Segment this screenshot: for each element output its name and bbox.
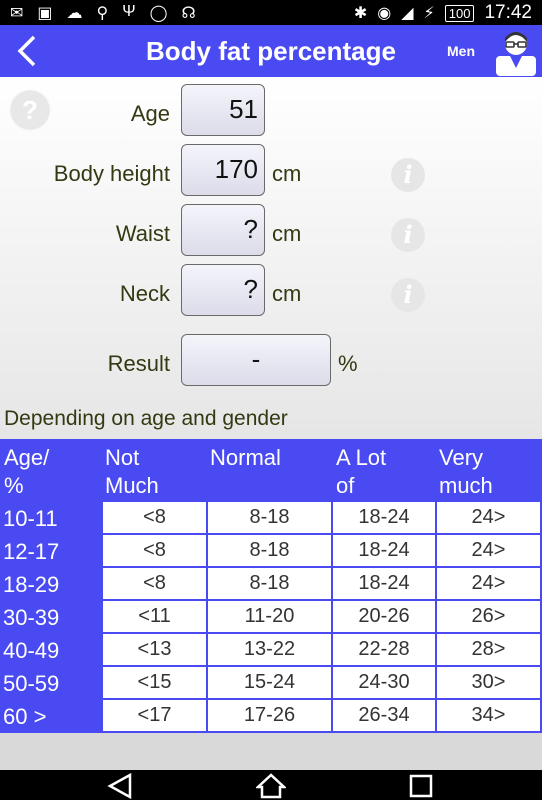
cloud-upload-icon: ☁ bbox=[66, 5, 83, 22]
table-cell: 26> bbox=[437, 601, 540, 632]
neck-info-icon[interactable]: i bbox=[391, 278, 425, 312]
status-bar: ✉ ▣ ☁ ⚲ Ψ ◯ ☊ ✱ ◉ ◢ ⚡ 100 17:42 bbox=[0, 0, 542, 25]
table-cell: 11-20 bbox=[208, 601, 331, 632]
neck-input[interactable]: ? bbox=[181, 264, 265, 316]
table-cell: <8 bbox=[103, 568, 206, 599]
header-normal: Normal bbox=[210, 445, 281, 470]
row-age-label: 10-11 bbox=[3, 506, 58, 531]
charging-icon: ⚡ bbox=[423, 5, 435, 22]
calculator-form: ? Age 51 Body height 170 cm i Waist ? cm… bbox=[0, 77, 542, 439]
nav-back-icon[interactable] bbox=[106, 773, 134, 799]
table-cell: <15 bbox=[103, 667, 206, 698]
row-age-label: 50-59 bbox=[3, 671, 60, 696]
row-age-label: 18-29 bbox=[3, 572, 60, 597]
usb-icon: Ψ bbox=[122, 3, 136, 20]
search-icon: ⚲ bbox=[96, 5, 109, 22]
headphones-icon: ☊ bbox=[181, 5, 196, 22]
table-cell: 13-22 bbox=[208, 634, 331, 665]
battery-level: 100 bbox=[444, 4, 475, 22]
row-age-label: 40-49 bbox=[3, 638, 60, 663]
table-cell: <13 bbox=[103, 634, 206, 665]
height-unit: cm bbox=[272, 161, 302, 186]
age-input[interactable]: 51 bbox=[181, 84, 265, 136]
height-info-icon[interactable]: i bbox=[391, 158, 425, 192]
gender-label[interactable]: Men bbox=[447, 43, 475, 59]
bluetooth-icon: ✱ bbox=[353, 5, 368, 22]
header-a-lot-of: A Lot of bbox=[336, 445, 387, 498]
navigation-bar bbox=[0, 770, 542, 800]
table-cell: 17-26 bbox=[208, 700, 331, 731]
bulb-icon: ◯ bbox=[149, 5, 168, 22]
table-cell: 18-24 bbox=[333, 502, 435, 533]
app-bar: Body fat percentage Men bbox=[0, 25, 542, 77]
neck-label: Neck bbox=[119, 281, 170, 306]
table-cell: 26-34 bbox=[333, 700, 435, 731]
height-label: Body height bbox=[53, 161, 170, 186]
table-cell: 30> bbox=[437, 667, 540, 698]
result-field: - bbox=[181, 334, 331, 386]
clock: 17:42 bbox=[484, 2, 532, 23]
nav-home-icon[interactable] bbox=[256, 773, 286, 799]
body-fat-table: Age/% Not Much Normal A Lot of Very much 10… bbox=[0, 439, 542, 733]
table-cell: 18-24 bbox=[333, 568, 435, 599]
waist-label: Waist bbox=[115, 221, 170, 246]
table-cell: 18-24 bbox=[333, 535, 435, 566]
row-age-label: 60 > bbox=[3, 704, 47, 729]
row-age-label: 30-39 bbox=[3, 605, 60, 630]
table-cell: 24> bbox=[437, 502, 540, 533]
table-cell: 34> bbox=[437, 700, 540, 731]
row-age-label: 12-17 bbox=[3, 539, 60, 564]
man-avatar-icon[interactable] bbox=[494, 28, 538, 76]
table-cell: 28> bbox=[437, 634, 540, 665]
table-cell: 15-24 bbox=[208, 667, 331, 698]
result-label: Result bbox=[107, 351, 170, 376]
table-cell: 8-18 bbox=[208, 502, 331, 533]
bottom-spacer bbox=[0, 733, 542, 770]
table-cell: 24> bbox=[437, 535, 540, 566]
waist-unit: cm bbox=[272, 221, 302, 246]
table-cell: <8 bbox=[103, 535, 206, 566]
table-cell: 20-26 bbox=[333, 601, 435, 632]
table-cell: 24> bbox=[437, 568, 540, 599]
waist-info-icon[interactable]: i bbox=[391, 218, 425, 252]
image-icon: ▣ bbox=[37, 5, 53, 22]
table-caption: Depending on age and gender bbox=[4, 407, 288, 430]
table-cell: 8-18 bbox=[208, 535, 331, 566]
table-cell: 22-28 bbox=[333, 634, 435, 665]
age-label: Age bbox=[130, 101, 170, 126]
table-cell: 24-30 bbox=[333, 667, 435, 698]
header-very-much: Very much bbox=[439, 445, 493, 498]
table-cell: <8 bbox=[103, 502, 206, 533]
help-icon[interactable]: ? bbox=[11, 91, 49, 129]
header-not-much: Not Much bbox=[105, 445, 159, 498]
height-input[interactable]: 170 bbox=[181, 144, 265, 196]
wifi-icon: ◉ bbox=[377, 5, 392, 22]
nav-recents-icon[interactable] bbox=[408, 773, 434, 799]
waist-input[interactable]: ? bbox=[181, 204, 265, 256]
chat-icon: ✉ bbox=[10, 5, 24, 22]
result-unit: % bbox=[338, 351, 358, 376]
header-age: Age/% bbox=[4, 445, 50, 498]
table-cell: 8-18 bbox=[208, 568, 331, 599]
table-cell: <11 bbox=[103, 601, 206, 632]
system-icons: ✱ ◉ ◢ ⚡ 100 17:42 bbox=[354, 2, 532, 24]
notification-icons: ✉ ▣ ☁ ⚲ Ψ ◯ ☊ bbox=[10, 3, 196, 23]
signal-icon: ◢ bbox=[401, 5, 414, 22]
table-cell: <17 bbox=[103, 700, 206, 731]
neck-unit: cm bbox=[272, 281, 302, 306]
